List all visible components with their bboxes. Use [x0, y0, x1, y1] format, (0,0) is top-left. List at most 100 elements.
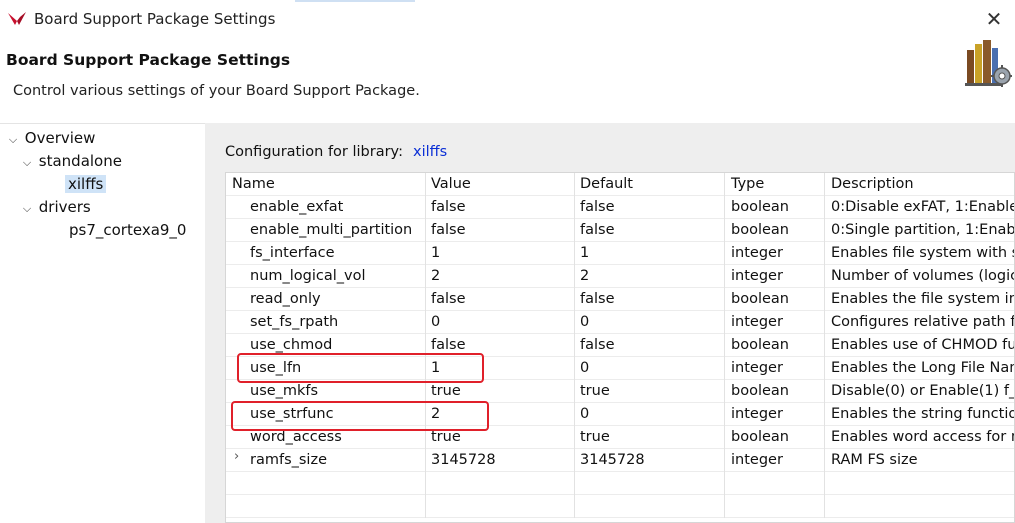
table-row[interactable]: use_mkfs true true boolean Disable(0) or… [226, 380, 1014, 403]
tree-item-label: drivers [38, 198, 91, 216]
table-row[interactable]: read_only false false boolean Enables th… [226, 288, 1014, 311]
title-accent-line [295, 0, 415, 2]
table-row[interactable]: › ramfs_size 3145728 3145728 integer RAM… [226, 449, 1014, 472]
cell-default: 0 [575, 357, 725, 380]
tree-item-xilffs[interactable]: xilffs [65, 173, 107, 195]
tree-item-label: standalone [38, 152, 122, 170]
cell-description: 0:Disable exFAT, 1:Enable exFAT [831, 199, 1015, 215]
cell-description: 0:Single partition, 1:Enable multi parti… [831, 222, 1015, 238]
header-name[interactable]: Name [226, 173, 426, 196]
cell-description: Enables file system with selected interf… [831, 245, 1014, 261]
cell-description: Disable(0) or Enable(1) f_mkfs function [831, 383, 1014, 399]
cell-default: true [575, 380, 725, 403]
main-panel: Configuration for library: xilffs Name V… [205, 123, 1015, 523]
cell-description: Configures relative path feature [831, 314, 1015, 330]
cell-default: false [575, 219, 725, 242]
cell-value[interactable]: false [426, 219, 575, 242]
config-label: Configuration for library: [225, 144, 403, 160]
tree-item-drivers[interactable]: ⌵ drivers [20, 196, 91, 218]
cell-default: false [575, 334, 725, 357]
cell-type: integer [725, 449, 825, 472]
empty-cell [226, 495, 426, 518]
table-row[interactable]: fs_interface 1 1 integer Enables file sy… [226, 242, 1014, 265]
cell-default: 0 [575, 403, 725, 426]
cell-type: boolean [725, 334, 825, 357]
cell-description: Enables the file system in Read_Only mod… [831, 291, 1014, 307]
empty-cell [725, 472, 825, 495]
empty-cell [226, 472, 426, 495]
cell-name: ramfs_size [226, 449, 426, 472]
settings-table: Name Value Default Type Description enab… [225, 172, 1015, 523]
header-default[interactable]: Default [575, 173, 725, 196]
cell-description: Number of volumes (logical drives) [831, 268, 1014, 284]
highlight-box-use-strfunc [231, 401, 489, 431]
tree-item-label: ps7_cortexa9_0 [69, 221, 187, 239]
cell-type: boolean [725, 196, 825, 219]
header-title: Board Support Package Settings [6, 51, 291, 69]
empty-cell [725, 495, 825, 518]
cell-name: fs_interface [226, 242, 426, 265]
table-row[interactable]: enable_exfat false false boolean 0:Disab… [226, 196, 1015, 219]
highlight-box-use-lfn [237, 353, 484, 383]
cell-name: use_mkfs [226, 380, 426, 403]
cell-value[interactable]: false [426, 288, 575, 311]
close-icon[interactable]: ✕ [980, 6, 1008, 32]
empty-cell [825, 495, 1014, 518]
cell-value[interactable]: 2 [426, 265, 575, 288]
cell-value[interactable]: false [426, 196, 575, 219]
table-row[interactable]: set_fs_rpath 0 0 integer Configures rela… [226, 311, 1015, 334]
dialog-header: Board Support Package Settings Control v… [0, 38, 1015, 123]
cell-value[interactable]: 0 [426, 311, 575, 334]
cell-name: set_fs_rpath [226, 311, 426, 334]
cell-name: enable_multi_partition [226, 219, 426, 242]
tree-item-standalone[interactable]: ⌵ standalone [20, 150, 122, 172]
cell-default: false [575, 196, 725, 219]
cell-name: enable_exfat [226, 196, 426, 219]
cell-default: 2 [575, 265, 725, 288]
header-subtitle: Control various settings of your Board S… [13, 83, 420, 99]
empty-cell [426, 472, 575, 495]
cell-default: 1 [575, 242, 725, 265]
library-link[interactable]: xilffs [413, 144, 447, 160]
cell-type: integer [725, 242, 825, 265]
cell-value[interactable]: 1 [426, 242, 575, 265]
cell-type: boolean [725, 288, 825, 311]
tree-item-label: xilffs [65, 175, 107, 193]
table-header-row: Name Value Default Type Description [226, 173, 1014, 196]
cell-default: false [575, 288, 725, 311]
title-bar: Board Support Package Settings ✕ [0, 0, 1015, 38]
cell-default: 0 [575, 311, 725, 334]
chevron-down-icon[interactable]: ⌵ [6, 129, 20, 151]
empty-cell [575, 495, 725, 518]
header-type[interactable]: Type [725, 173, 825, 196]
cell-description: Enables the string functions [831, 406, 1015, 422]
cell-value[interactable]: 3145728 [426, 449, 575, 472]
header-description[interactable]: Description [825, 173, 1014, 196]
tree-item-ps7-cortexa9-0[interactable]: ps7_cortexa9_0 [69, 219, 186, 241]
cell-type: boolean [725, 219, 825, 242]
cell-type: integer [725, 311, 825, 334]
cell-description: RAM FS size [831, 452, 918, 468]
navigation-tree: ⌵ Overview ⌵ standalone xilffs ⌵ drivers… [0, 123, 205, 523]
table-row[interactable]: num_logical_vol 2 2 integer Number of vo… [226, 265, 1014, 288]
empty-cell [426, 495, 575, 518]
cell-description: Enables word access for misaligned memor… [831, 429, 1014, 445]
cell-default: 3145728 [575, 449, 725, 472]
cell-name: read_only [226, 288, 426, 311]
cell-type: integer [725, 357, 825, 380]
header-value[interactable]: Value [426, 173, 575, 196]
cell-type: integer [725, 403, 825, 426]
chevron-down-icon[interactable]: ⌵ [20, 152, 34, 174]
empty-cell [575, 472, 725, 495]
empty-cell [825, 472, 1014, 495]
chevron-down-icon[interactable]: ⌵ [20, 198, 34, 220]
cell-description: Enables the Long File Name(LFN) support [831, 360, 1014, 376]
cell-type: boolean [725, 380, 825, 403]
tree-item-overview[interactable]: ⌵ Overview [6, 127, 96, 151]
table-row[interactable]: enable_multi_partition false false boole… [226, 219, 1015, 242]
window-title: Board Support Package Settings [34, 10, 276, 28]
cell-type: integer [725, 265, 825, 288]
cell-value[interactable]: true [426, 380, 575, 403]
cell-default: true [575, 426, 725, 449]
books-gear-icon [965, 40, 1012, 87]
